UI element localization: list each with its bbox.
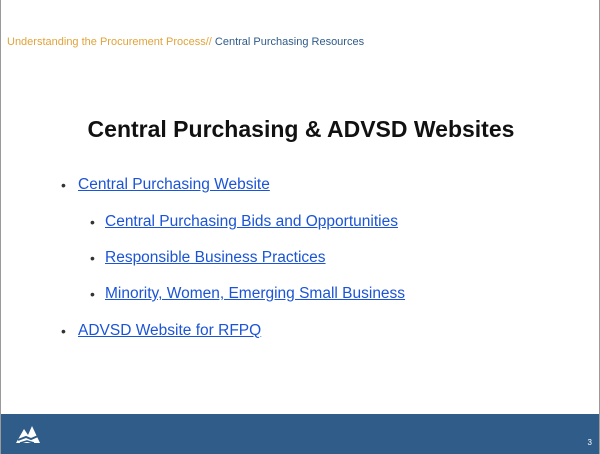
breadcrumb: Understanding the Procurement Process// … [7, 35, 364, 49]
bullet-dot: • [90, 250, 95, 266]
central-purchasing-website-link[interactable]: Central Purchasing Website [78, 175, 270, 195]
responsible-business-practices-link[interactable]: Responsible Business Practices [105, 248, 326, 268]
minority-women-emerging-small-business-link[interactable]: Minority, Women, Emerging Small Business [105, 284, 405, 304]
breadcrumb-primary: Understanding the Procurement Process [7, 36, 206, 48]
slide: Understanding the Procurement Process// … [0, 0, 600, 454]
bullet-dot: • [90, 286, 95, 302]
breadcrumb-secondary: Central Purchasing Resources [211, 36, 365, 48]
bullet-dot: • [61, 177, 66, 193]
bullet-dot: • [61, 323, 66, 339]
bullet-dot: • [90, 214, 95, 230]
mountain-logo-icon [16, 426, 40, 444]
page-number: 3 [587, 438, 592, 447]
footer-bar: 3 [1, 414, 599, 454]
advsd-website-rfpq-link[interactable]: ADVSD Website for RFPQ [78, 321, 261, 341]
bids-opportunities-link[interactable]: Central Purchasing Bids and Opportunitie… [105, 212, 398, 232]
page-title: Central Purchasing & ADVSD Websites [87, 116, 515, 142]
